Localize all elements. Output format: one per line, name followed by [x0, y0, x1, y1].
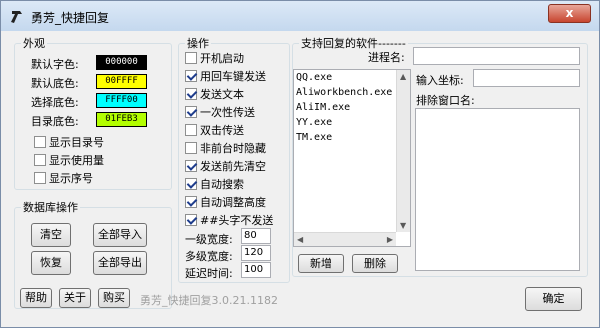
- restore-button[interactable]: 恢复: [31, 251, 71, 275]
- software-list[interactable]: QQ.exe Aliworkbench.exe AliIM.exe YY.exe TM.…: [293, 69, 411, 247]
- coordinate-input[interactable]: [473, 69, 580, 87]
- coordinate-label: 输入坐标:: [416, 74, 464, 87]
- checkbox-option[interactable]: 用回车键发送: [185, 68, 266, 84]
- process-name-label: 进程名:: [368, 51, 405, 64]
- process-name-input[interactable]: [413, 47, 580, 65]
- appearance-legend: 外观: [23, 37, 45, 50]
- title-bar: 勇芳_快捷回复 x: [1, 1, 599, 31]
- checkbox-option[interactable]: 开机启动: [185, 50, 244, 66]
- checkbox-unchecked-icon[interactable]: [34, 136, 46, 148]
- checkbox-checked-icon[interactable]: [185, 88, 197, 100]
- software-list-item[interactable]: YY.exe: [294, 117, 410, 132]
- checkbox-label: 自动调整高度: [200, 196, 266, 209]
- database-legend: 数据库操作: [23, 201, 78, 214]
- multilevel-width-input[interactable]: 120: [241, 245, 271, 261]
- checkbox-unchecked-icon[interactable]: [34, 172, 46, 184]
- checkbox-unchecked-icon[interactable]: [185, 52, 197, 64]
- buy-button[interactable]: 购买: [98, 288, 130, 308]
- checkbox-option[interactable]: 双击传送: [185, 122, 244, 138]
- delete-button[interactable]: 删除: [352, 254, 398, 273]
- help-button[interactable]: 帮助: [20, 288, 52, 308]
- checkbox-option[interactable]: 自动搜索: [185, 176, 244, 192]
- checkbox-checked-icon[interactable]: [185, 196, 197, 208]
- operations-legend: 操作: [187, 37, 209, 50]
- color-swatch[interactable]: 01FEB3: [96, 112, 147, 127]
- checkbox-label: 显示目录号: [49, 136, 104, 149]
- checkbox-label: 发送文本: [200, 88, 244, 101]
- delay-time-label: 延迟时间:: [185, 267, 233, 280]
- delay-time-input[interactable]: 100: [241, 262, 271, 278]
- checkbox-option[interactable]: 显示目录号: [34, 134, 104, 150]
- scroll-up-icon[interactable]: ▲: [400, 72, 406, 81]
- checkbox-label: ##头字不发送: [200, 214, 274, 227]
- color-swatch[interactable]: FFFF00: [96, 93, 147, 108]
- export-all-button[interactable]: 全部导出: [93, 251, 147, 275]
- checkbox-option[interactable]: 显示序号: [34, 170, 93, 186]
- checkbox-label: 显示使用量: [49, 154, 104, 167]
- checkbox-label: 开机启动: [200, 52, 244, 65]
- checkbox-label: 用回车键发送: [200, 70, 266, 83]
- import-all-button[interactable]: 全部导入: [93, 223, 147, 247]
- scroll-left-icon[interactable]: ◀: [297, 235, 303, 244]
- level1-width-input[interactable]: 80: [241, 228, 271, 244]
- scroll-down-icon[interactable]: ▼: [400, 221, 406, 230]
- checkbox-checked-icon[interactable]: [185, 70, 197, 82]
- checkbox-unchecked-icon[interactable]: [185, 142, 197, 154]
- horizontal-scrollbar[interactable]: ◀ ▶: [294, 232, 396, 246]
- checkbox-checked-icon[interactable]: [185, 214, 197, 226]
- multilevel-width-label: 多级宽度:: [185, 250, 233, 263]
- version-text: 勇芳_快捷回复3.0.21.1182: [140, 294, 278, 307]
- software-list-item[interactable]: TM.exe: [294, 132, 410, 147]
- checkbox-checked-icon[interactable]: [185, 106, 197, 118]
- close-icon: x: [565, 6, 574, 20]
- ok-button[interactable]: 确定: [525, 287, 582, 311]
- color-label: 默认底色:: [31, 77, 79, 90]
- app-window: 勇芳_快捷回复 x 外观 默认字色: 000000 默认底色: 00FFFF 选择底色:…: [0, 0, 600, 328]
- checkbox-option[interactable]: 自动调整高度: [185, 194, 266, 210]
- color-swatch[interactable]: 00FFFF: [96, 74, 147, 89]
- checkbox-option[interactable]: 发送文本: [185, 86, 244, 102]
- clear-button[interactable]: 清空: [31, 223, 71, 247]
- checkbox-checked-icon[interactable]: [185, 160, 197, 172]
- color-label: 选择底色:: [31, 96, 79, 109]
- vertical-scrollbar[interactable]: ▲ ▼: [396, 70, 410, 232]
- checkbox-label: 自动搜索: [200, 178, 244, 191]
- checkbox-label: 非前台时隐藏: [200, 142, 266, 155]
- checkbox-option[interactable]: ##头字不发送: [185, 212, 273, 228]
- color-swatch[interactable]: 000000: [96, 55, 147, 70]
- checkbox-option[interactable]: 发送前先清空: [185, 158, 266, 174]
- window-title: 勇芳_快捷回复: [31, 11, 110, 25]
- level1-width-label: 一级宽度:: [185, 233, 233, 246]
- checkbox-label: 一次性传送: [200, 106, 255, 119]
- checkbox-unchecked-icon[interactable]: [185, 124, 197, 136]
- checkbox-checked-icon[interactable]: [185, 178, 197, 190]
- client-area: 外观 默认字色: 000000 默认底色: 00FFFF 选择底色: FFFF00 目录底色…: [8, 31, 594, 322]
- color-label: 目录底色:: [31, 115, 79, 128]
- scroll-right-icon[interactable]: ▶: [387, 235, 393, 244]
- exclude-window-label: 排除窗口名:: [416, 94, 475, 107]
- checkbox-label: 显示序号: [49, 172, 93, 185]
- checkbox-option[interactable]: 非前台时隐藏: [185, 140, 266, 156]
- about-button[interactable]: 关于: [59, 288, 91, 308]
- color-label: 默认字色:: [31, 58, 79, 71]
- software-list-item[interactable]: AliIM.exe: [294, 102, 410, 117]
- software-list-item[interactable]: QQ.exe: [294, 72, 410, 87]
- software-list-item[interactable]: Aliworkbench.exe: [294, 87, 410, 102]
- checkbox-label: 发送前先清空: [200, 160, 266, 173]
- checkbox-unchecked-icon[interactable]: [34, 154, 46, 166]
- checkbox-option[interactable]: 一次性传送: [185, 104, 255, 120]
- app-hammer-icon: [11, 11, 22, 23]
- checkbox-label: 双击传送: [200, 124, 244, 137]
- exclude-window-textarea[interactable]: [415, 108, 580, 271]
- checkbox-option[interactable]: 显示使用量: [34, 152, 104, 168]
- close-button[interactable]: x: [548, 4, 591, 23]
- add-button[interactable]: 新增: [298, 254, 344, 273]
